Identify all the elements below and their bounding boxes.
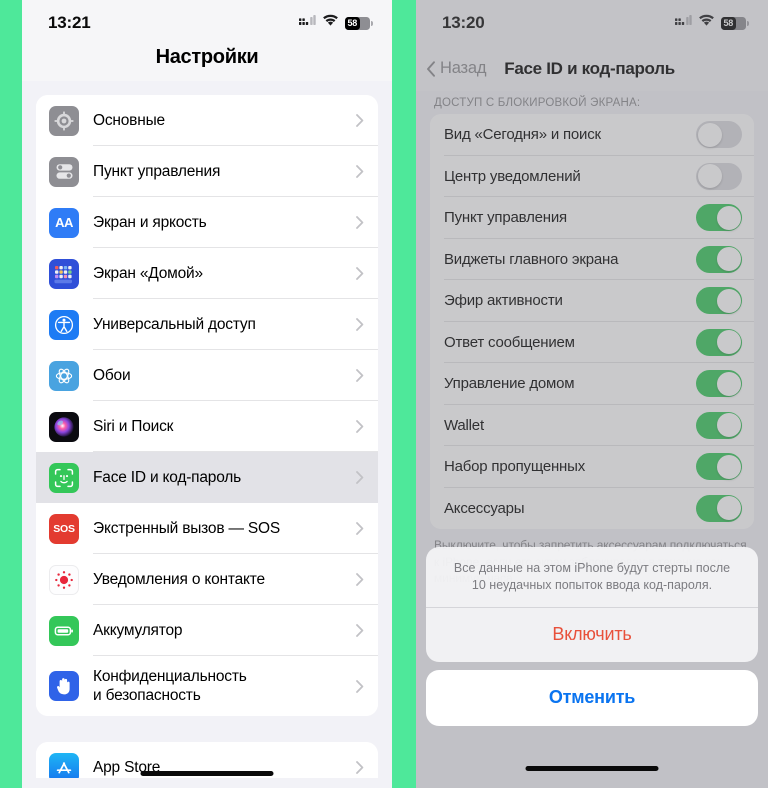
privacy-hand-icon	[49, 671, 79, 701]
chevron-right-icon	[356, 522, 378, 535]
chevron-right-icon	[356, 114, 378, 127]
right-phone-screen: 13:20 58 Назад Face ID и код-пароль ДОСТ…	[416, 0, 768, 788]
sidebar-item-label: Пункт управления	[93, 162, 221, 180]
chevron-right-icon	[356, 216, 378, 229]
sidebar-item-contact-notifications[interactable]: Уведомления о контакте	[36, 554, 378, 605]
sidebar-item-general[interactable]: Основные	[36, 95, 378, 146]
contact-notifications-icon	[49, 564, 79, 595]
sidebar-item-battery[interactable]: Аккумулятор	[36, 605, 378, 656]
cellular-bars-icon	[299, 14, 316, 32]
sidebar-item-label: Обои	[93, 366, 131, 384]
chevron-right-icon	[356, 267, 378, 280]
display-brightness-icon: AA	[49, 207, 79, 238]
left-phone-screen: 13:21 58 Настройки Основные Пункт управл…	[22, 0, 392, 788]
sidebar-item-label: Siri и Поиск	[93, 417, 174, 435]
sidebar-item-label: Экран и яркость	[93, 213, 207, 231]
app-store-icon	[49, 752, 79, 778]
chevron-right-icon	[356, 679, 378, 693]
gear-icon	[49, 105, 79, 136]
wifi-icon	[322, 14, 339, 32]
action-sheet: Все данные на этом iPhone будут стерты п…	[426, 546, 758, 726]
action-sheet-message: Все данные на этом iPhone будут стерты п…	[426, 547, 758, 608]
battery-percent: 58	[347, 17, 358, 28]
chevron-right-icon	[356, 165, 378, 178]
sidebar-item-display-brightness[interactable]: AA Экран и яркость	[36, 197, 378, 248]
chevron-right-icon	[356, 318, 378, 331]
sidebar-item-home-screen[interactable]: Экран «Домой»	[36, 248, 378, 299]
sidebar-item-privacy-security[interactable]: Конфиденциальность и безопасность	[36, 656, 378, 716]
battery-settings-icon	[49, 615, 79, 646]
sidebar-item-face-id-passcode[interactable]: Face ID и код-пароль	[36, 452, 378, 503]
sidebar-item-label: Универсальный доступ	[93, 315, 256, 333]
status-time: 13:21	[48, 13, 91, 32]
chevron-right-icon	[356, 369, 378, 382]
left-nav-bar: Настройки	[22, 46, 392, 81]
left-status-bar: 13:21 58	[22, 0, 392, 46]
siri-icon	[49, 411, 79, 442]
sidebar-item-accessibility[interactable]: Универсальный доступ	[36, 299, 378, 350]
chevron-right-icon	[356, 420, 378, 433]
enable-button[interactable]: Включить	[426, 608, 758, 662]
sidebar-item-control-center[interactable]: Пункт управления	[36, 146, 378, 197]
settings-group-1: Основные Пункт управления AA Экран и ярк…	[36, 95, 378, 716]
sidebar-item-label: Экран «Домой»	[93, 264, 203, 282]
sidebar-item-label: Аккумулятор	[93, 621, 183, 639]
sidebar-item-label: Face ID и код-пароль	[93, 468, 242, 486]
sidebar-item-wallpaper[interactable]: Обои	[36, 350, 378, 401]
wallpaper-icon	[49, 360, 79, 391]
dual-phone-screenshot: 13:21 58 Настройки Основные Пункт управл…	[0, 0, 768, 788]
sidebar-item-label: Экстренный вызов — SOS	[93, 519, 281, 537]
cancel-button[interactable]: Отменить	[426, 670, 758, 726]
sos-icon: SOS	[49, 513, 79, 544]
chevron-right-icon	[356, 761, 378, 774]
chevron-right-icon	[356, 573, 378, 586]
accessibility-icon	[49, 309, 79, 340]
settings-list-scroll[interactable]: Основные Пункт управления AA Экран и ярк…	[22, 81, 392, 778]
home-screen-icon	[49, 258, 79, 289]
action-sheet-card: Все данные на этом iPhone будут стерты п…	[426, 546, 758, 662]
page-title: Настройки	[155, 46, 259, 68]
sidebar-item-label: Конфиденциальность и безопасность	[93, 667, 247, 704]
chevron-right-icon	[356, 624, 378, 637]
chevron-right-icon	[356, 471, 378, 484]
home-indicator	[140, 771, 274, 776]
sidebar-item-label: Основные	[93, 111, 165, 129]
sidebar-item-siri-search[interactable]: Siri и Поиск	[36, 401, 378, 452]
status-icons: 58	[299, 14, 373, 32]
sidebar-item-label: Уведомления о контакте	[93, 570, 265, 588]
control-center-icon	[49, 156, 79, 187]
sidebar-item-emergency-sos[interactable]: SOS Экстренный вызов — SOS	[36, 503, 378, 554]
home-indicator	[525, 766, 659, 771]
battery-icon: 58	[345, 16, 373, 30]
face-id-icon	[49, 462, 79, 493]
